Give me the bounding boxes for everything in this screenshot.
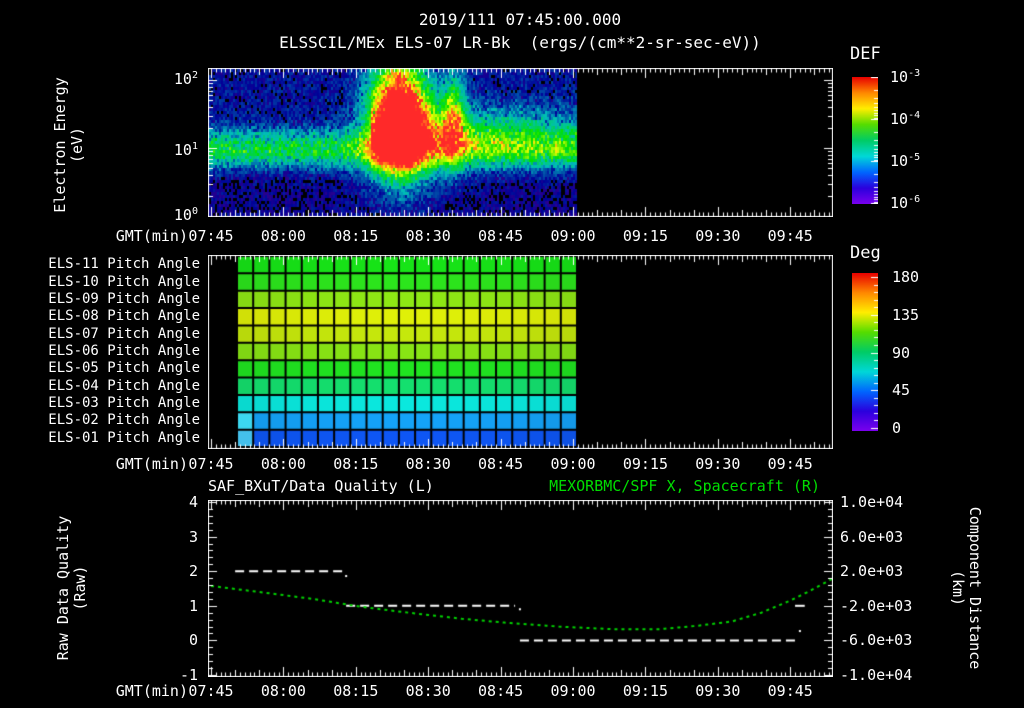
time-tick-label: 09:45 xyxy=(767,227,813,245)
colorbar-deg xyxy=(852,273,878,431)
time-tick-label: 09:00 xyxy=(550,227,596,245)
time-tick-label: 09:15 xyxy=(622,682,668,700)
distance-axis-label: Component Distance (km) xyxy=(949,506,984,670)
pitch-row-label: ELS-07 Pitch Angle xyxy=(48,325,200,342)
time-tick-label: 08:45 xyxy=(478,455,524,473)
time-tick-label: 09:00 xyxy=(550,455,596,473)
distance-tick-label: 1.0e+04 xyxy=(840,493,904,511)
deg-tick-label: 180 xyxy=(892,268,920,286)
distance-tick-label: -2.0e+03 xyxy=(840,596,913,615)
time-tick-label: 09:30 xyxy=(695,455,741,473)
distance-tick-label: -6.0e+03 xyxy=(840,631,913,650)
bottom-panel-titles: SAF_BXuT/Data Quality (L) MEXORBMC/SPF X… xyxy=(208,477,832,495)
pitch-row-label: ELS-01 Pitch Angle xyxy=(48,429,200,446)
distance-axis-label-line2: (km) xyxy=(949,569,967,607)
time-tick-label: 09:30 xyxy=(695,227,741,245)
time-tick-label: 09:15 xyxy=(622,455,668,473)
time-tick-label: 08:15 xyxy=(333,455,379,473)
time-tick-label: 08:45 xyxy=(478,227,524,245)
time-tick-label: 08:30 xyxy=(405,455,451,473)
time-tick-label: 08:00 xyxy=(260,682,306,700)
time-tick-label: 09:00 xyxy=(550,682,596,700)
pitch-row-label: ELS-11 Pitch Angle xyxy=(48,256,200,273)
energy-axis-label: Electron Energy (eV) xyxy=(51,77,86,213)
def-tick-label: 10-5 xyxy=(890,152,921,170)
deg-tick-label: 135 xyxy=(892,305,920,324)
quality-tick-label: -1 xyxy=(179,666,198,684)
bottom-title-left: SAF_BXuT/Data Quality (L) xyxy=(208,477,434,495)
energy-tick-label: 101 xyxy=(173,141,198,159)
def-tick-label: 10-6 xyxy=(890,194,921,212)
quality-axis-label-line1: Raw Data Quality xyxy=(54,515,72,661)
quality-tick-label: 3 xyxy=(188,527,198,546)
distance-tick-label: 2.0e+03 xyxy=(840,562,904,581)
time-tick-label: 08:30 xyxy=(405,682,451,700)
gmt-axis-label: GMT(min) xyxy=(115,227,188,245)
title-instrument: ELSSCIL/MEx ELS-07 LR-Bk (ergs/(cm**2-sr… xyxy=(279,33,761,52)
time-tick-label: 09:15 xyxy=(622,227,668,245)
distance-tick-label: 6.0e+03 xyxy=(840,527,904,546)
time-tick-label: 07:45 xyxy=(188,227,234,245)
time-tick-label: 08:30 xyxy=(405,227,451,245)
quality-tick-label: 2 xyxy=(188,562,198,581)
quality-axis-label-line2: (Raw) xyxy=(71,565,89,611)
deg-tick-label: 45 xyxy=(892,381,911,400)
time-tick-label: 07:45 xyxy=(188,455,234,473)
energy-axis-label-line2: (eV) xyxy=(68,126,86,164)
time-tick-label: 09:45 xyxy=(767,455,813,473)
time-tick-label: 08:00 xyxy=(260,455,306,473)
time-tick-label: 08:45 xyxy=(478,682,524,700)
deg-tick-label: 90 xyxy=(892,343,911,362)
time-tick-label: 08:15 xyxy=(333,682,379,700)
deg-tick-label: 0 xyxy=(892,419,902,437)
quality-distance-panel xyxy=(208,500,833,677)
distance-tick-label: -1.0e+04 xyxy=(840,666,913,684)
energy-spectrogram-panel xyxy=(208,68,833,217)
quality-tick-label: 0 xyxy=(188,631,198,650)
pitch-row-label: ELS-09 Pitch Angle xyxy=(48,290,200,307)
pitch-row-label: ELS-10 Pitch Angle xyxy=(48,273,200,290)
gmt-axis-label: GMT(min) xyxy=(115,682,188,700)
pitch-row-label: ELS-04 Pitch Angle xyxy=(48,377,200,394)
pitch-row-label: ELS-03 Pitch Angle xyxy=(48,395,200,412)
pitch-row-label: ELS-05 Pitch Angle xyxy=(48,360,200,377)
time-tick-label: 09:30 xyxy=(695,682,741,700)
time-tick-label: 09:45 xyxy=(767,682,813,700)
deg-colorbar-title: Deg xyxy=(850,243,881,263)
energy-axis-label-line1: Electron Energy xyxy=(51,77,69,213)
quality-tick-label: 4 xyxy=(188,493,198,511)
time-tick-label: 07:45 xyxy=(188,682,234,700)
bottom-title-right: MEXORBMC/SPF X, Spacecraft (R) xyxy=(549,477,820,495)
colorbar-def xyxy=(852,77,878,204)
def-colorbar-title: DEF xyxy=(850,44,881,64)
energy-tick-label: 102 xyxy=(173,70,198,88)
distance-axis-label-line1: Component Distance xyxy=(966,506,984,670)
time-tick-label: 08:15 xyxy=(333,227,379,245)
pitch-angle-panel xyxy=(208,255,833,449)
title-datetime: 2019/111 07:45:00.000 xyxy=(418,10,622,29)
quality-tick-label: 1 xyxy=(188,596,198,615)
pitch-row-label: ELS-06 Pitch Angle xyxy=(48,343,200,359)
def-tick-label: 10-4 xyxy=(890,110,921,128)
quality-axis-label: Raw Data Quality (Raw) xyxy=(54,515,89,661)
energy-tick-label: 100 xyxy=(173,206,198,224)
pitch-row-label: ELS-08 Pitch Angle xyxy=(48,308,200,325)
pitch-row-label: ELS-02 Pitch Angle xyxy=(48,412,200,429)
gmt-axis-label: GMT(min) xyxy=(115,455,188,473)
def-tick-label: 10-3 xyxy=(890,68,921,86)
time-tick-label: 08:00 xyxy=(260,227,306,245)
